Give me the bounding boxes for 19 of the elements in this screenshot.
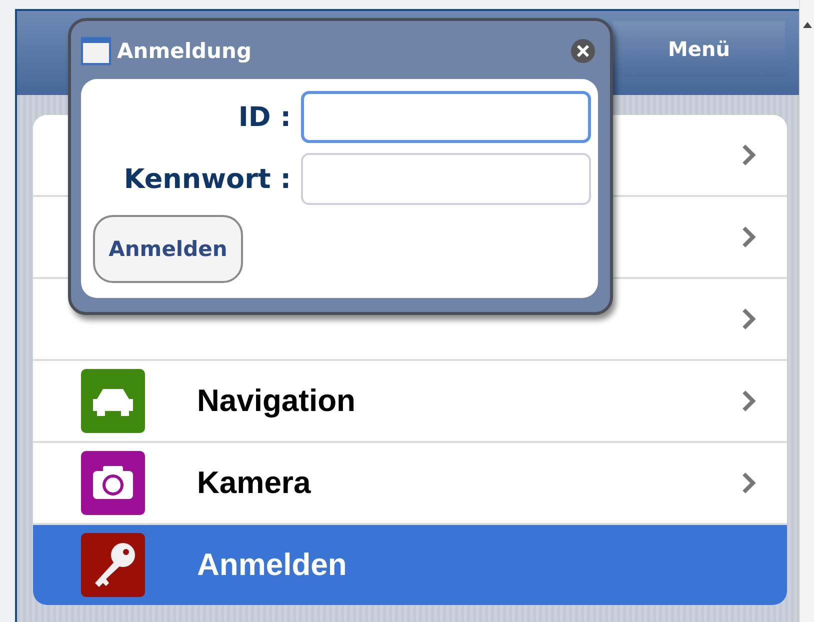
field-label: Kennwort : (122, 164, 291, 194)
input-field[interactable] (301, 91, 591, 143)
menu-button[interactable]: Menü (613, 21, 785, 77)
menu-item-label: Anmelden (197, 547, 347, 583)
menu-item-label: Kamera (197, 465, 311, 501)
dialog-title: Anmeldung (117, 39, 252, 63)
chevron-right-icon (741, 143, 757, 167)
menu-item[interactable]: Anmelden (33, 523, 787, 605)
chevron-right-icon (741, 225, 757, 249)
close-icon[interactable] (570, 38, 596, 64)
chevron-right-icon (741, 471, 757, 495)
field-label: ID : (237, 102, 291, 132)
window-icon (81, 37, 111, 65)
menu-item-label: Navigation (197, 383, 356, 419)
login-button[interactable]: Anmelden (93, 215, 243, 283)
input-field[interactable] (301, 153, 591, 205)
chevron-right-icon (741, 389, 757, 413)
chevron-right-icon (741, 307, 757, 331)
scroll-up-icon[interactable] (802, 22, 812, 28)
